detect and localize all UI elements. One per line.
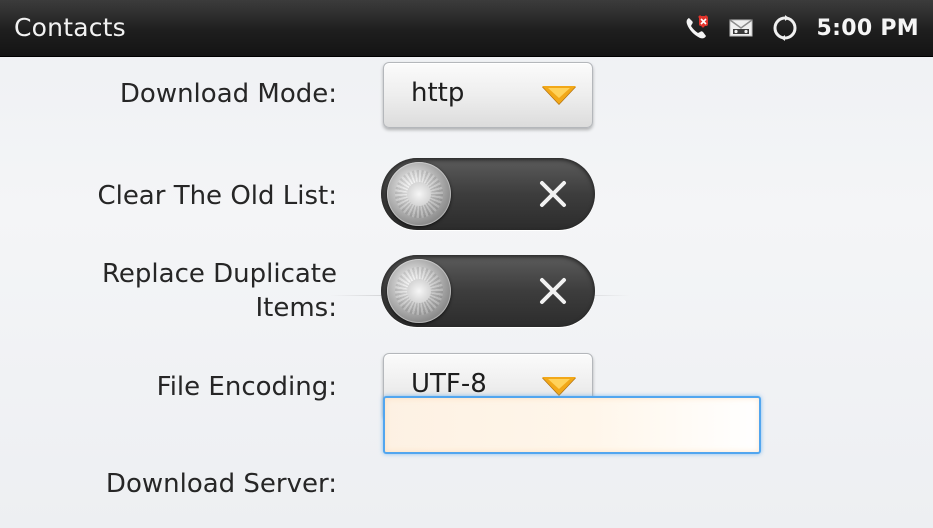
replace-duplicates-label-line1: Replace Duplicate <box>102 259 337 289</box>
sync-icon <box>771 14 799 42</box>
download-mode-label: Download Mode: <box>119 79 337 109</box>
dropdown-arrow-highlight <box>548 379 570 389</box>
clear-old-list-label: Clear The Old List: <box>97 181 337 211</box>
toggle-knob <box>387 259 451 323</box>
clock: 5:00 PM <box>816 15 919 41</box>
download-server-label: Download Server: <box>105 469 337 499</box>
file-encoding-value: UTF-8 <box>411 369 487 399</box>
voicemail-icon <box>727 14 755 42</box>
clear-old-list-toggle[interactable] <box>381 158 595 230</box>
off-x-icon <box>540 278 566 304</box>
toggle-knob <box>387 162 451 226</box>
status-icons: 5:00 PM <box>683 12 920 44</box>
dropdown-arrow-highlight <box>548 88 570 98</box>
missed-call-icon <box>683 14 711 42</box>
settings-form: Download Mode: http Clear The Old List: … <box>0 57 933 528</box>
replace-duplicates-label-line2: Items: <box>255 293 338 323</box>
contacts-screen: Contacts 5:00 PM Download Mode: http Cle… <box>0 0 933 528</box>
status-bar: Contacts 5:00 PM <box>0 0 933 57</box>
replace-duplicates-toggle[interactable] <box>381 255 595 327</box>
file-encoding-label: File Encoding: <box>156 372 337 402</box>
download-server-input[interactable] <box>383 396 761 454</box>
download-mode-dropdown[interactable]: http <box>383 62 593 128</box>
download-mode-value: http <box>411 78 465 108</box>
off-x-icon <box>540 181 566 207</box>
app-title: Contacts <box>14 13 126 42</box>
